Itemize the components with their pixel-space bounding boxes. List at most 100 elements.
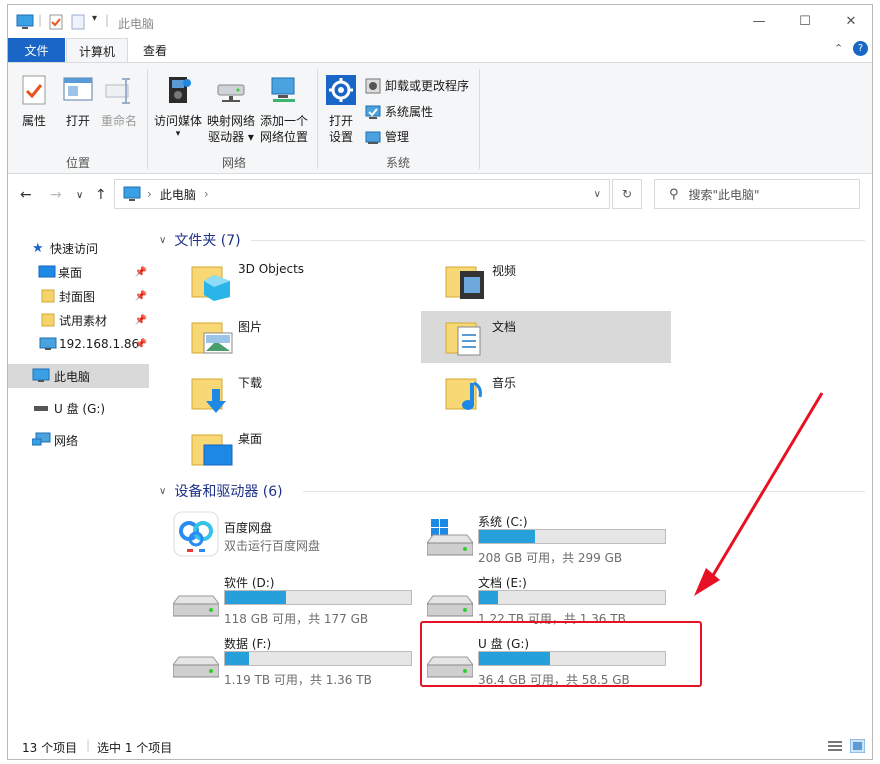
drive-e[interactable]: 文档 (E:) 1.22 TB 可用，共 1.36 TB bbox=[407, 572, 667, 628]
folder-label: 下载 bbox=[238, 376, 263, 390]
maximize-button[interactable]: ☐ bbox=[782, 5, 828, 37]
collapse-ribbon-icon[interactable]: ⌃ bbox=[834, 42, 843, 55]
tab-computer[interactable]: 计算机 bbox=[66, 38, 128, 63]
devices-section-header[interactable]: ∨ 设备和驱动器 (6) bbox=[159, 481, 283, 501]
search-icon: ⚲ bbox=[669, 186, 679, 202]
baidu-netdisk[interactable]: 百度网盘 双击运行百度网盘 bbox=[153, 511, 413, 567]
drive-usage-bar bbox=[224, 651, 412, 666]
status-separator: | bbox=[86, 738, 91, 752]
details-view-icon[interactable] bbox=[828, 740, 842, 753]
sidebar-item-cover-images[interactable]: 封面图 📌 bbox=[8, 284, 149, 308]
properties-button[interactable]: 属性 bbox=[16, 75, 52, 129]
folder-3d-objects[interactable]: 3D Objects bbox=[167, 255, 417, 307]
hard-drive-icon bbox=[427, 595, 473, 617]
minimize-button[interactable]: — bbox=[736, 5, 782, 37]
folder-videos[interactable]: 视频 bbox=[421, 255, 671, 307]
properties-qa-icon[interactable] bbox=[49, 14, 63, 30]
open-settings-line1: 打开 bbox=[328, 114, 353, 128]
uninstall-button[interactable]: 卸载或更改程序 bbox=[365, 77, 469, 94]
usb-drive-icon bbox=[34, 406, 48, 411]
forward-icon[interactable]: → bbox=[50, 187, 62, 203]
open-settings-button[interactable]: 打开 设置 bbox=[324, 75, 358, 145]
baidu-subtitle: 双击运行百度网盘 bbox=[224, 539, 321, 553]
map-network-drive-button[interactable]: 映射网络 驱动器 ▾ bbox=[206, 75, 256, 145]
desktop-icon bbox=[38, 265, 56, 278]
drive-space-info: 118 GB 可用，共 177 GB bbox=[224, 612, 369, 626]
drive-f[interactable]: 数据 (F:) 1.19 TB 可用，共 1.36 TB bbox=[153, 633, 413, 689]
hard-drive-icon bbox=[173, 656, 219, 678]
new-folder-qa-icon[interactable] bbox=[71, 14, 85, 30]
sidebar-item-trial-materials[interactable]: 试用素材 📌 bbox=[8, 308, 149, 332]
documents-icon bbox=[445, 322, 481, 356]
navigation-pane: ★ 快速访问 桌面 📌 封面图 📌 试用素材 📌 192.168.1.86 📌 … bbox=[8, 216, 153, 733]
folder-downloads[interactable]: 下载 bbox=[167, 367, 417, 419]
quick-access-dropdown-icon[interactable]: ▾ bbox=[92, 13, 97, 24]
download-icon bbox=[191, 378, 226, 413]
add-network-location-line2: 网络位置 bbox=[259, 130, 308, 144]
folder-music[interactable]: 音乐 bbox=[421, 367, 671, 419]
recent-dropdown-icon[interactable]: ∨ bbox=[76, 190, 83, 201]
breadcrumb[interactable]: 此电脑 bbox=[160, 186, 196, 203]
sidebar-item-desktop[interactable]: 桌面 📌 bbox=[8, 260, 149, 284]
section-divider bbox=[303, 491, 865, 492]
access-media-button[interactable]: 访问媒体 ▾ bbox=[152, 75, 204, 139]
add-network-location-button[interactable]: 添加一个 网络位置 bbox=[258, 75, 310, 145]
sidebar-item-network-pc[interactable]: 192.168.1.86 📌 bbox=[8, 332, 149, 356]
system-properties-label: 系统属性 bbox=[385, 105, 434, 119]
rename-label: 重命名 bbox=[100, 114, 137, 128]
drive-usage-fill bbox=[479, 591, 498, 604]
computer-icon bbox=[16, 14, 34, 29]
open-button[interactable]: 打开 bbox=[60, 75, 96, 129]
computer-icon bbox=[123, 186, 141, 201]
help-icon[interactable]: ? bbox=[853, 41, 868, 56]
group-system-label: 系统 bbox=[385, 156, 410, 170]
drive-usage-fill bbox=[225, 591, 287, 604]
uninstall-label: 卸载或更改程序 bbox=[385, 79, 470, 93]
drive-c[interactable]: 系统 (C:) 208 GB 可用，共 299 GB bbox=[407, 511, 667, 567]
breadcrumb-separator: › bbox=[203, 187, 209, 201]
network-icon bbox=[32, 432, 51, 446]
drive-name: 数据 (F:) bbox=[224, 637, 272, 651]
sidebar-item-this-pc[interactable]: 此电脑 bbox=[8, 364, 149, 388]
refresh-button[interactable]: ↻ bbox=[612, 179, 642, 209]
drive-usage-fill bbox=[225, 652, 250, 665]
sidebar-item-usb-drive[interactable]: U 盘 (G:) bbox=[8, 396, 149, 420]
sidebar-item-label: U 盘 (G:) bbox=[54, 401, 106, 416]
address-dropdown-icon[interactable]: ∨ bbox=[594, 189, 601, 200]
folder-label: 图片 bbox=[238, 320, 263, 334]
devices-header-label: 设备和驱动器 (6) bbox=[174, 484, 283, 500]
map-network-drive-line1: 映射网络 bbox=[206, 114, 255, 128]
back-icon[interactable]: ← bbox=[20, 187, 32, 203]
folder-documents[interactable]: 文档 bbox=[421, 311, 671, 363]
computer-icon bbox=[32, 368, 50, 382]
item-count: 13 个项目 bbox=[22, 741, 78, 755]
up-icon[interactable]: ↑ bbox=[95, 187, 107, 203]
highlight-box bbox=[420, 621, 702, 687]
drive-space-info: 208 GB 可用，共 299 GB bbox=[478, 551, 623, 565]
ribbon: 属性 打开 重命名 位置 访问媒体 ▾ 映射网络 驱动器 ▾ 添加一个 网络位置… bbox=[8, 62, 872, 174]
network-location-icon bbox=[271, 77, 295, 102]
sidebar-item-label: 192.168.1.86 bbox=[59, 337, 140, 351]
rename-button[interactable]: 重命名 bbox=[99, 75, 139, 129]
large-icons-view-icon[interactable] bbox=[850, 739, 865, 753]
map-drive-icon bbox=[217, 84, 245, 102]
system-properties-button[interactable]: 系统属性 bbox=[365, 103, 433, 120]
drive-d[interactable]: 软件 (D:) 118 GB 可用，共 177 GB bbox=[153, 572, 413, 628]
open-label: 打开 bbox=[65, 114, 90, 128]
sidebar-item-quick-access[interactable]: ★ 快速访问 bbox=[8, 236, 149, 260]
manage-button[interactable]: 管理 bbox=[365, 128, 409, 145]
folders-section-header[interactable]: ∨ 文件夹 (7) bbox=[159, 230, 241, 250]
sidebar-item-network[interactable]: 网络 bbox=[8, 428, 149, 452]
tab-file[interactable]: 文件 bbox=[8, 38, 65, 62]
search-box[interactable]: ⚲ 搜索"此电脑" bbox=[654, 179, 860, 209]
status-bar: 13 个项目 | 选中 1 个项目 bbox=[8, 733, 872, 759]
address-bar[interactable]: › 此电脑 › ∨ bbox=[114, 179, 610, 209]
folder-pictures[interactable]: 图片 bbox=[167, 311, 417, 363]
close-button[interactable]: ✕ bbox=[828, 5, 872, 37]
open-settings-line2: 设置 bbox=[328, 130, 353, 144]
network-pc-icon bbox=[39, 337, 57, 350]
folder-desktop[interactable]: 桌面 bbox=[167, 423, 417, 475]
baidu-name: 百度网盘 bbox=[224, 521, 273, 535]
tab-view[interactable]: 查看 bbox=[132, 38, 178, 63]
breadcrumb-separator: › bbox=[147, 187, 152, 201]
